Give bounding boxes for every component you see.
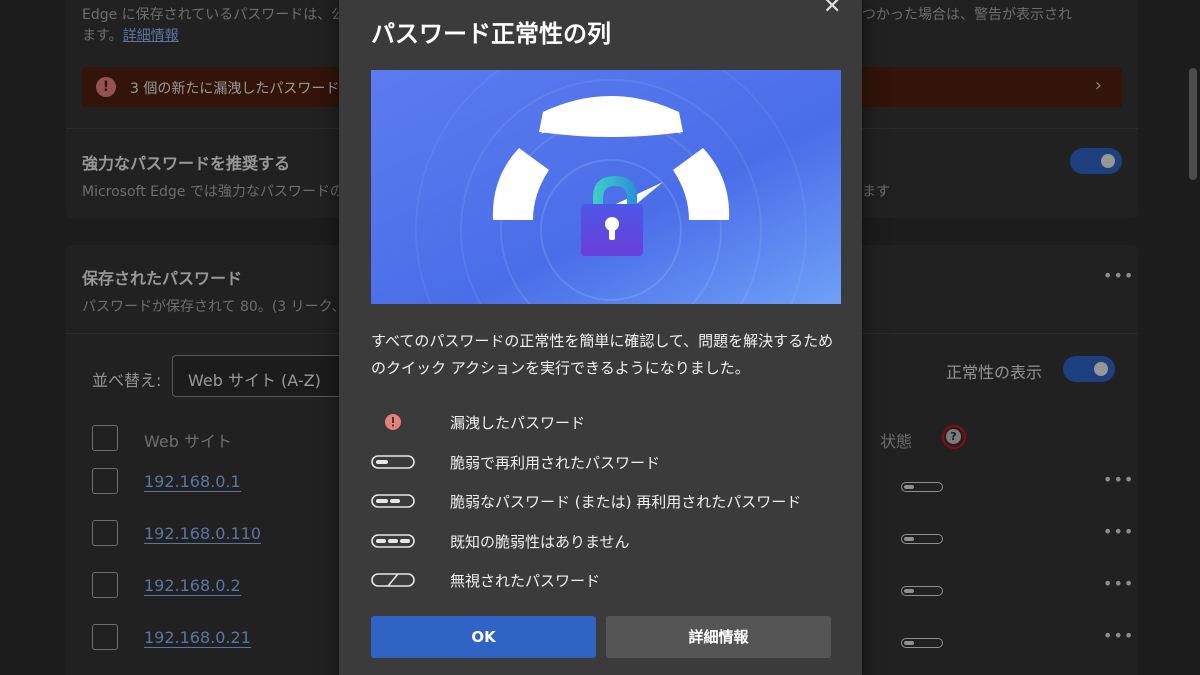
legend-ignored: 無視されたパスワード [371,568,841,592]
legend-label: 漏洩したパスワード [450,414,586,432]
no-vulnerability-bar-icon [371,531,415,551]
legend-no-vulnerability: 既知の脆弱性はありません [371,529,841,553]
learn-more-button[interactable]: 詳細情報 [606,616,831,658]
legend-weak-reused: 脆弱で再利用されたパスワード [371,450,841,474]
legend-leaked: 漏洩したパスワード [371,410,841,434]
legend-label: 脆弱で再利用されたパスワード [450,454,661,472]
dialog-description: すべてのパスワードの正常性を簡単に確認して、問題を解決するためのクイック アクシ… [371,332,834,377]
password-health-illustration [371,70,841,304]
ignored-bar-icon [371,570,415,590]
legend-label: 既知の脆弱性はありません [450,533,630,551]
weak-reused-bar-icon [371,452,415,472]
dialog-title: パスワード正常性の列 [371,20,611,48]
close-icon[interactable]: ✕ [823,0,841,18]
legend-label: 脆弱なパスワード (または) 再利用されたパスワード [450,493,802,511]
password-health-dialog: パスワード正常性の列 ✕ すべてのパスワードの正常性を簡単に確認して、問題を解決… [339,0,862,675]
weak-or-reused-bar-icon [371,491,415,511]
legend-weak-or-reused: 脆弱なパスワード (または) 再利用されたパスワード [371,489,841,513]
legend-label: 無視されたパスワード [450,572,601,590]
ok-button[interactable]: OK [371,616,596,658]
leaked-alert-icon [371,412,415,432]
